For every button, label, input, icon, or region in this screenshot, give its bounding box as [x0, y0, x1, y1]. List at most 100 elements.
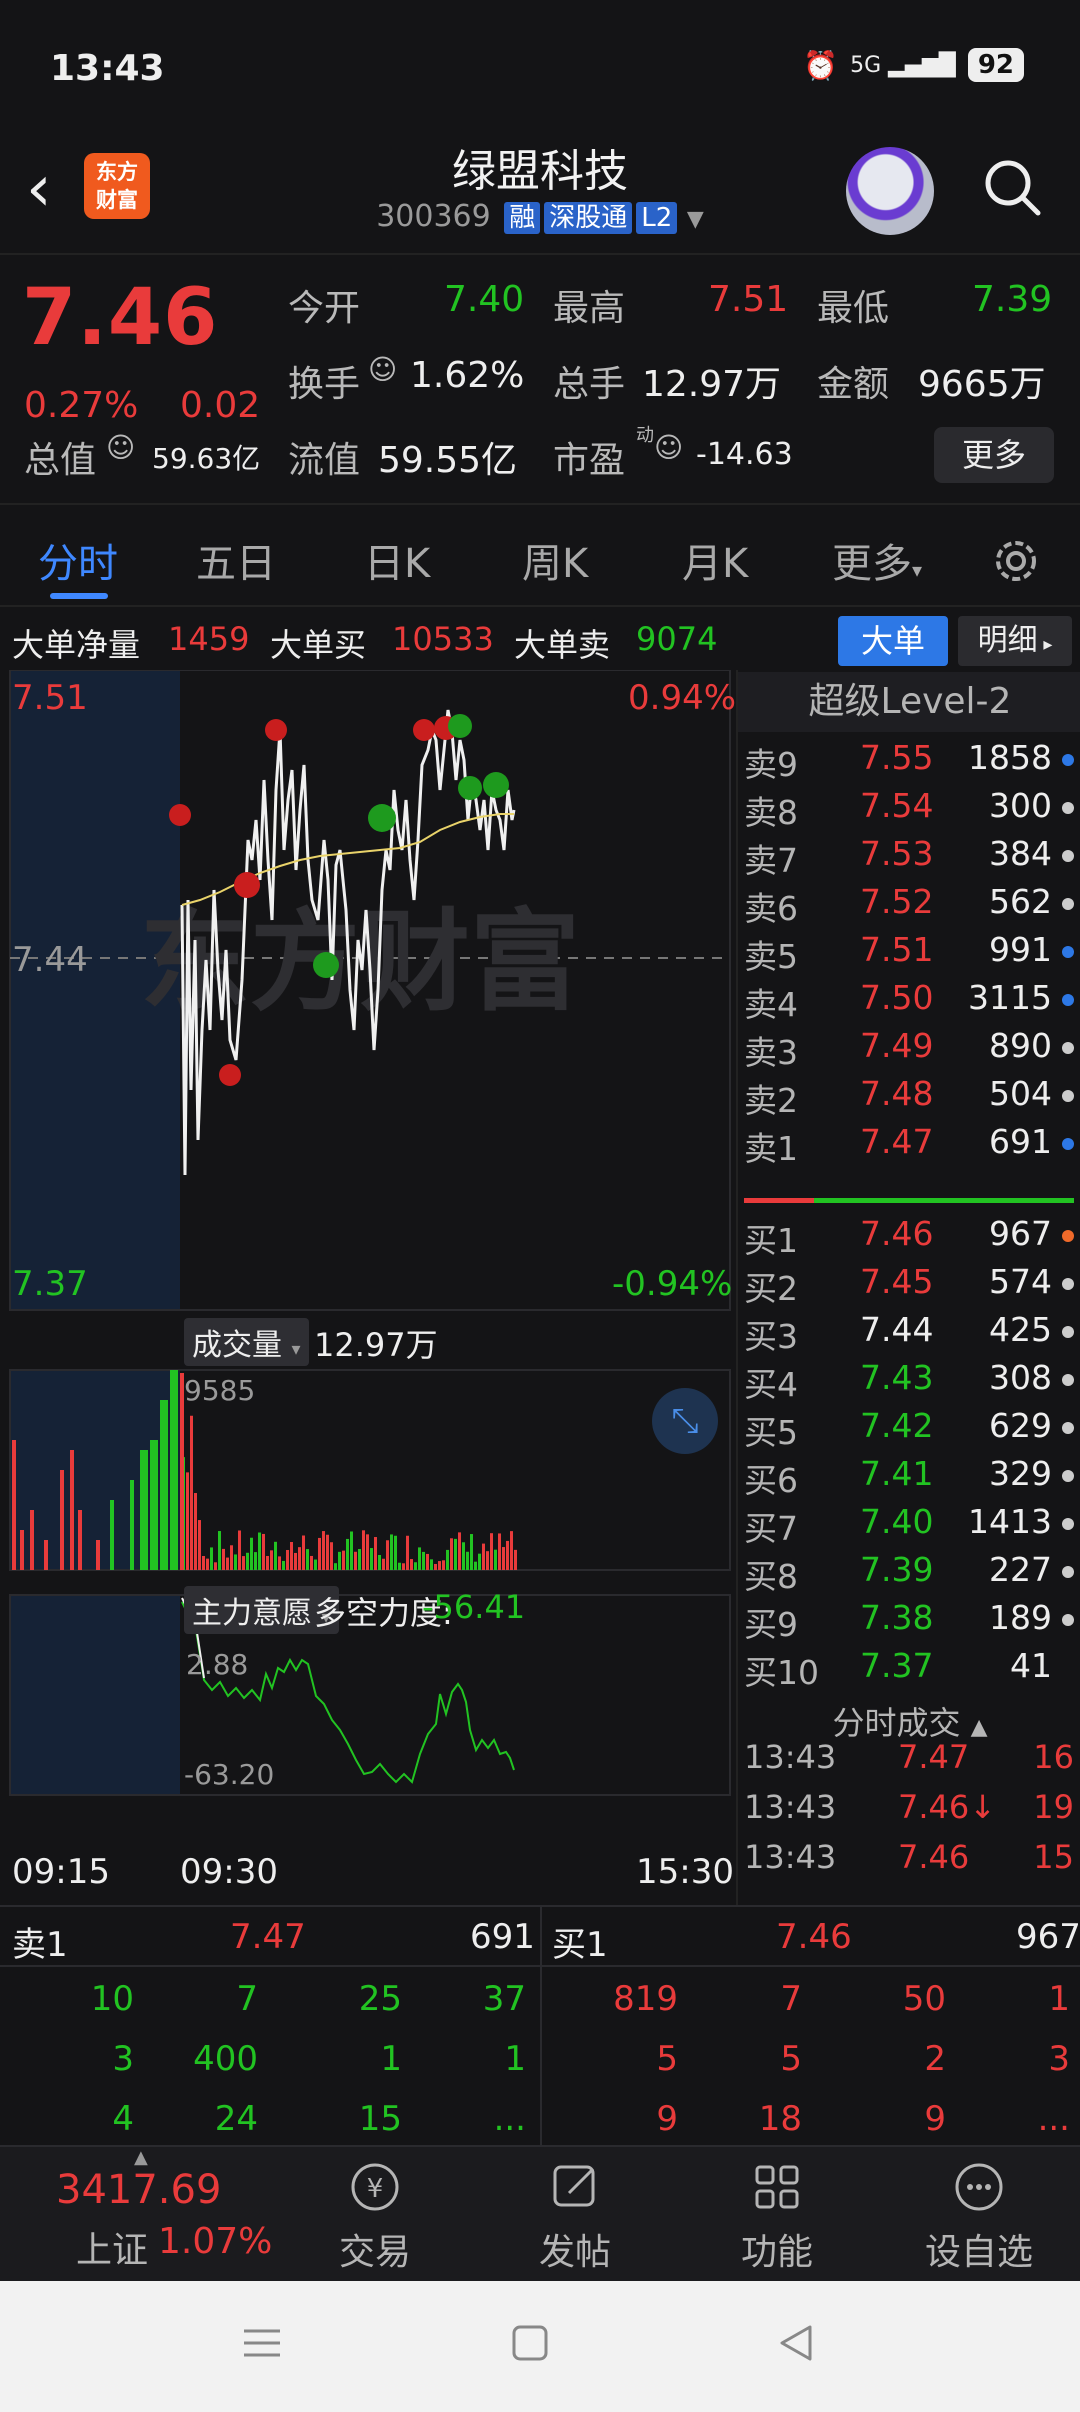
volume-bar [502, 1547, 505, 1570]
volume-bar [194, 1493, 197, 1570]
tab-daily-k[interactable]: 日K [364, 531, 430, 589]
buy-level-row[interactable]: 买1 7.46 967 [738, 1214, 1080, 1262]
volume-bar [342, 1550, 345, 1570]
net-label: 大单净量 [12, 626, 141, 664]
level-label: 卖3 [744, 1033, 798, 1072]
volume-bar [466, 1551, 469, 1570]
caret-up-icon: ▲ [134, 2147, 148, 2168]
level-price: 7.46 [860, 1214, 934, 1253]
volume-bar [202, 1556, 205, 1570]
sell-level-row[interactable]: 卖6 7.52 562 [738, 882, 1080, 930]
buy-level-row[interactable]: 买7 7.40 1413 [738, 1502, 1080, 1550]
sell-level-row[interactable]: 卖5 7.51 991 [738, 930, 1080, 978]
nav-post[interactable]: 发帖 [510, 2157, 640, 2275]
sell-level-row[interactable]: 卖3 7.49 890 [738, 1026, 1080, 1074]
tab-intraday[interactable]: 分时 [38, 531, 118, 589]
back-nav-icon[interactable] [776, 2323, 816, 2363]
low-label: 最低 [817, 288, 890, 329]
robot-assistant-icon[interactable] [846, 147, 934, 235]
indicator-bottom: -63.20 [184, 1758, 275, 1791]
buy-level-row[interactable]: 买3 7.44 425 [738, 1310, 1080, 1358]
nav-functions[interactable]: 功能 [712, 2157, 842, 2275]
menu-icon[interactable] [242, 2323, 282, 2363]
buy-level-row[interactable]: 买6 7.41 329 [738, 1454, 1080, 1502]
level-marker-icon [1062, 898, 1074, 910]
queue-cell: 4 [112, 2099, 134, 2139]
volume-bar [234, 1554, 237, 1570]
big-buy-value: 10533 [392, 620, 494, 658]
pe-superscript: 动 [636, 425, 654, 446]
buy-level-row[interactable]: 买10 7.37 41 [738, 1646, 1080, 1694]
volume-bar [266, 1555, 269, 1570]
volume-bar [442, 1560, 445, 1570]
volume-bar [242, 1556, 245, 1570]
level-label: 卖8 [744, 793, 798, 832]
trade-volume: 15 [1033, 1838, 1074, 1876]
queue-buy-vol: 967 [1016, 1917, 1080, 1957]
level-label: 买10 [744, 1653, 819, 1692]
book-title[interactable]: 超级Level-2 [738, 672, 1080, 732]
info-icon[interactable]: ☺ [368, 353, 397, 386]
buy-level-row[interactable]: 买2 7.45 574 [738, 1262, 1080, 1310]
gear-icon[interactable] [990, 535, 1042, 587]
volume-bar [290, 1542, 293, 1570]
trade-time: 13:43 [744, 1788, 837, 1826]
level-marker-icon [1062, 1042, 1074, 1054]
home-icon[interactable] [510, 2323, 550, 2363]
sell-level-row[interactable]: 卖2 7.48 504 [738, 1074, 1080, 1122]
expand-icon[interactable]: ⤡ [652, 1388, 718, 1454]
more-button[interactable]: 更多 [934, 427, 1054, 483]
open-value: 7.40 [444, 279, 525, 320]
nav-trade[interactable]: ¥ 交易 [310, 2157, 440, 2275]
level-marker-icon [1062, 1326, 1074, 1338]
detail-button[interactable]: 明细 ▸ [958, 616, 1072, 666]
big-order-button[interactable]: 大单 [838, 616, 948, 666]
turnover-value: 1.62% [410, 355, 525, 396]
volume-bar [20, 1530, 24, 1570]
sell-level-row[interactable]: 卖4 7.50 3115 [738, 978, 1080, 1026]
volume-bar [374, 1537, 377, 1570]
level-volume: 691 [989, 1122, 1052, 1161]
volume-bar [254, 1552, 257, 1570]
intraday-chart[interactable]: 东方财富 7.51 0.94% 7.44 7.37 -0.94% 成交量 ▾ 1… [0, 670, 736, 1905]
volume-bar [226, 1557, 229, 1570]
nav-add-watchlist[interactable]: 设自选 [914, 2157, 1044, 2275]
info-icon[interactable]: ☺ [106, 431, 135, 464]
system-nav-bar [0, 2281, 1080, 2412]
buy-level-row[interactable]: 买4 7.43 308 [738, 1358, 1080, 1406]
queue-cell: 25 [358, 1979, 402, 2019]
level-price: 7.50 [860, 978, 934, 1017]
sell-level-row[interactable]: 卖9 7.55 1858 [738, 738, 1080, 786]
tab-monthly-k[interactable]: 月K [682, 531, 748, 589]
buy-level-row[interactable]: 买9 7.38 189 [738, 1598, 1080, 1646]
volume-bar [454, 1538, 457, 1570]
volume-bar [278, 1556, 281, 1570]
sell-level-row[interactable]: 卖1 7.47 691 [738, 1122, 1080, 1170]
level-volume: 629 [989, 1406, 1052, 1445]
queue-cell: 15 [358, 2099, 402, 2139]
search-icon[interactable] [980, 155, 1044, 219]
volume-bar [222, 1548, 225, 1570]
tab-five-day[interactable]: 五日 [196, 531, 276, 589]
sell-level-row[interactable]: 卖8 7.54 300 [738, 786, 1080, 834]
tab-more[interactable]: 更多▾ [832, 531, 922, 589]
volume-bar [218, 1531, 221, 1570]
sell-level-row[interactable]: 卖7 7.53 384 [738, 834, 1080, 882]
volume-bar [314, 1559, 317, 1570]
volume-bar [362, 1530, 365, 1570]
book-split-bar [744, 1198, 1074, 1203]
buy-level-row[interactable]: 买5 7.42 629 [738, 1406, 1080, 1454]
level-price: 7.51 [860, 930, 934, 969]
info-icon[interactable]: ☺ [654, 431, 683, 464]
volume-selector[interactable]: 成交量 ▾ [184, 1318, 309, 1366]
level-price: 7.47 [860, 1122, 934, 1161]
index-ticker[interactable]: ▲ 3417.69 上证 1.07% [20, 2147, 300, 2283]
level-volume: 991 [989, 930, 1052, 969]
buy-level-row[interactable]: 买8 7.39 227 [738, 1550, 1080, 1598]
volume-label: 总手 [553, 364, 626, 405]
queue-cell: 400 [193, 2039, 258, 2079]
svg-text:¥: ¥ [367, 2174, 384, 2204]
level-marker-icon [1062, 1374, 1074, 1386]
tab-weekly-k[interactable]: 周K [522, 531, 588, 589]
volume-bar [406, 1535, 409, 1570]
